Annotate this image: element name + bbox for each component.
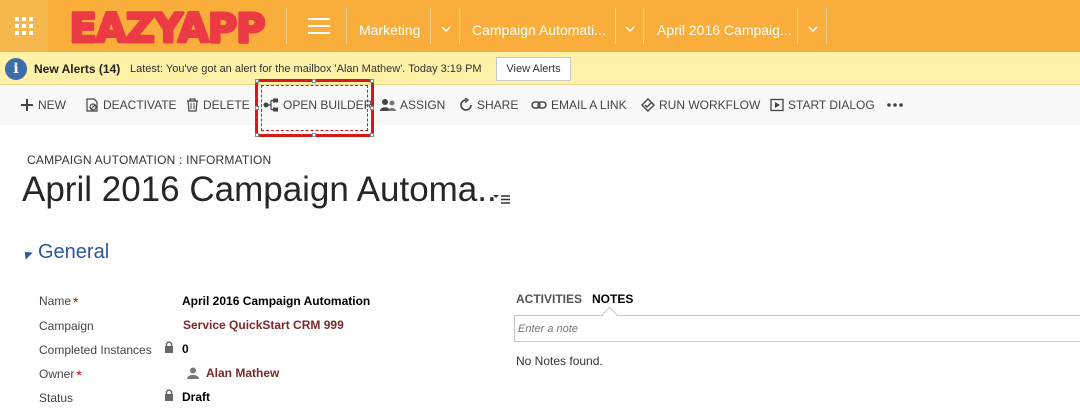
workflow-icon — [641, 98, 655, 112]
trash-icon — [187, 98, 198, 112]
nav-separator — [797, 8, 798, 44]
tab-notes[interactable]: NOTES — [592, 292, 633, 306]
resize-handle — [312, 133, 316, 137]
nav-breadcrumb-campaign-automation[interactable]: Campaign Automati... — [472, 22, 606, 38]
delete-button[interactable]: DELETE — [186, 98, 250, 112]
alert-latest-message: Latest: You've got an alert for the mail… — [130, 63, 482, 75]
grid-icon — [15, 17, 33, 35]
assign-button-label: ASSIGN — [400, 98, 446, 112]
note-input[interactable] — [514, 315, 1080, 342]
owner-lookup-link[interactable]: Alan Mathew — [206, 366, 279, 380]
form-selector-icon[interactable] — [493, 193, 511, 205]
share-button[interactable]: SHARE — [459, 98, 518, 112]
link-icon — [531, 101, 547, 109]
hamburger-icon-bar — [308, 32, 330, 34]
selection-highlight-box — [255, 79, 374, 137]
ellipsis-icon — [887, 103, 903, 107]
top-navigation-bar: EAZYAPP Marketing Campaign Automati... A… — [0, 0, 1080, 52]
resize-handle — [370, 133, 374, 137]
email-a-link-button[interactable]: EMAIL A LINK — [531, 98, 627, 112]
status-value: Draft — [182, 390, 211, 404]
nav-separator — [286, 8, 287, 44]
resize-handle — [312, 79, 316, 83]
resize-handle — [255, 106, 259, 110]
assign-icon — [380, 99, 396, 111]
section-header-general[interactable]: General — [21, 241, 110, 264]
logo-text: EAZYAPP — [69, 6, 264, 50]
share-icon — [460, 98, 472, 111]
lock-icon — [165, 341, 173, 353]
hamburger-icon-bar — [308, 25, 330, 27]
entity-form-label: CAMPAIGN AUTOMATION : INFORMATION — [27, 153, 272, 167]
name-field-label: Name * — [39, 294, 79, 310]
resize-handle — [370, 79, 374, 83]
lock-icon — [165, 389, 173, 401]
nav-breadcrumb-marketing[interactable]: Marketing — [359, 22, 420, 38]
info-icon: i — [5, 58, 27, 80]
nav-breadcrumb-record[interactable]: April 2016 Campaig... — [657, 22, 792, 38]
nav-separator — [643, 8, 644, 44]
record-title: April 2016 Campaign Automa.. — [22, 170, 497, 209]
no-notes-message: No Notes found. — [516, 354, 603, 368]
chevron-down-icon[interactable] — [623, 22, 637, 36]
resize-handle — [255, 133, 259, 137]
run-workflow-button-label: RUN WORKFLOW — [659, 98, 761, 112]
campaign-field-label: Campaign — [39, 319, 94, 333]
required-indicator: * — [73, 294, 79, 310]
plus-icon — [21, 99, 33, 111]
chevron-down-icon[interactable] — [439, 22, 453, 36]
new-button-label: NEW — [38, 98, 66, 112]
nav-separator — [430, 8, 431, 44]
eazyapp-logo[interactable]: EAZYAPP — [62, 4, 272, 51]
tab-activities[interactable]: ACTIVITIES — [516, 292, 582, 306]
campaign-lookup-link[interactable]: Service QuickStart CRM 999 — [183, 318, 344, 332]
status-field-label: Status — [39, 391, 74, 405]
name-field-value[interactable]: April 2016 Campaign Automation — [182, 294, 370, 308]
site-map-menu-button[interactable] — [294, 0, 344, 52]
deactivate-icon — [86, 98, 98, 112]
dialog-icon — [770, 98, 784, 112]
nav-separator — [459, 8, 460, 44]
user-icon — [187, 367, 199, 379]
completed-instances-value: 0 — [182, 342, 189, 356]
hamburger-icon-bar — [308, 18, 330, 20]
more-commands-button[interactable] — [886, 98, 904, 112]
share-button-label: SHARE — [477, 98, 519, 112]
deactivate-button-label: DEACTIVATE — [103, 98, 177, 112]
email-a-link-button-label: EMAIL A LINK — [551, 98, 627, 112]
owner-field-label: Owner * — [39, 367, 82, 383]
completed-instances-label: Completed Instances — [39, 343, 152, 357]
resize-handle — [370, 106, 374, 110]
alert-title: New Alerts (14) — [34, 62, 121, 76]
nav-separator — [615, 8, 616, 44]
view-alerts-button[interactable]: View Alerts — [496, 57, 571, 81]
run-workflow-button[interactable]: RUN WORKFLOW — [641, 98, 760, 112]
start-dialog-button-label: START DIALOG — [788, 98, 875, 112]
required-indicator: * — [76, 367, 82, 383]
app-launcher-button[interactable] — [0, 0, 48, 52]
delete-button-label: DELETE — [203, 98, 250, 112]
new-button[interactable]: NEW — [20, 98, 66, 112]
deactivate-button[interactable]: DEACTIVATE — [85, 98, 177, 112]
resize-handle — [255, 79, 259, 83]
section-title: General — [38, 241, 110, 263]
chevron-down-icon[interactable] — [806, 22, 820, 36]
start-dialog-button[interactable]: START DIALOG — [770, 98, 875, 112]
nav-separator — [346, 8, 347, 44]
collapse-arrow-icon — [21, 247, 33, 260]
nav-separator — [826, 8, 827, 44]
assign-button[interactable]: ASSIGN — [380, 98, 445, 112]
highlight-inner-dashed — [261, 85, 368, 131]
